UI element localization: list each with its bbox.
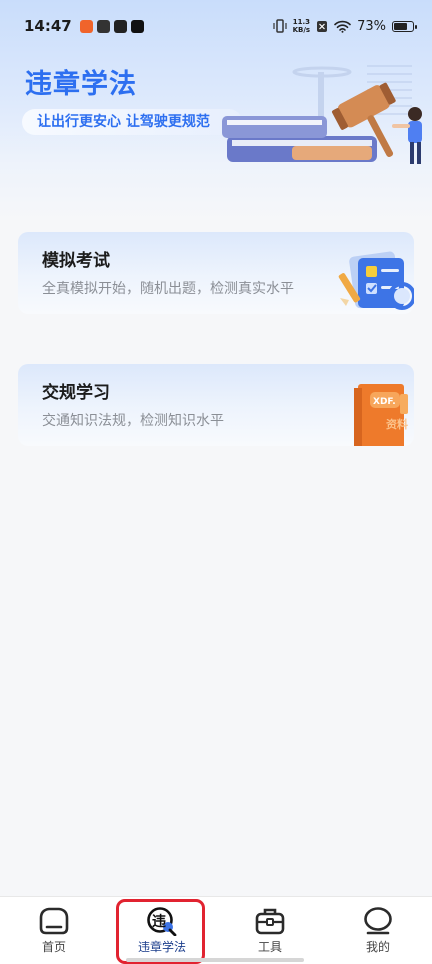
status-bar: 14:47 11.3 KB/s 73% (0, 0, 432, 52)
card-description: 全真模拟开始，随机出题，检测真实水平 (42, 281, 294, 297)
nav-label: 工具 (257, 940, 282, 954)
card-title: 模拟考试 (42, 251, 110, 271)
nav-item-home[interactable]: 首页 (0, 897, 108, 964)
law-gavel-illustration (222, 65, 422, 164)
nav-label: 我的 (365, 940, 390, 954)
hero-banner: 14:47 11.3 KB/s 73% 违章学法 让出行更安心 让驾驶更规范 (0, 0, 432, 220)
vibrate-icon (273, 19, 287, 33)
status-right: 11.3 KB/s 73% (273, 18, 417, 34)
study-material-book-icon: XDF. 资料 (354, 384, 408, 446)
app-notification-icon (96, 19, 110, 33)
card-title: 交规学习 (42, 383, 110, 403)
page-title: 违章学法 (25, 69, 137, 100)
tiktok-icon (130, 19, 144, 33)
exam-paper-icon (338, 251, 414, 310)
bottom-nav: 首页 违 违章学法 工具 我的 (0, 896, 432, 964)
app-notification-icon (113, 19, 127, 33)
sim-off-icon (317, 20, 328, 32)
profile-icon (364, 907, 392, 935)
book-label: XDF. (373, 397, 396, 407)
selection-highlight (116, 899, 205, 964)
home-indicator (126, 958, 304, 962)
status-time: 14:47 (24, 17, 72, 35)
nav-item-tools[interactable]: 工具 (216, 897, 324, 964)
toolbox-icon (255, 908, 285, 935)
wifi-icon (334, 20, 351, 33)
battery-icon (392, 20, 417, 32)
net-speed-value: 11.3 (292, 18, 310, 26)
status-app-icons (79, 19, 144, 33)
card-description: 交通知识法规，检测知识水平 (42, 413, 224, 429)
traffic-rules-card[interactable]: 交规学习 交通知识法规，检测知识水平 XDF. 资料 (18, 364, 414, 446)
home-icon (39, 907, 69, 935)
nav-item-profile[interactable]: 我的 (324, 897, 432, 964)
book-title: 资料 (386, 417, 408, 431)
app-notification-icon (79, 19, 93, 33)
mock-exam-card[interactable]: 模拟考试 全真模拟开始，随机出题，检测真实水平 (18, 232, 414, 314)
net-speed-unit: KB/s (292, 26, 311, 34)
net-speed: 11.3 KB/s (293, 18, 310, 34)
nav-label: 首页 (41, 940, 66, 954)
battery-percent: 73% (357, 18, 386, 34)
hero-subtitle: 让出行更安心 让驾驶更规范 (22, 109, 242, 135)
